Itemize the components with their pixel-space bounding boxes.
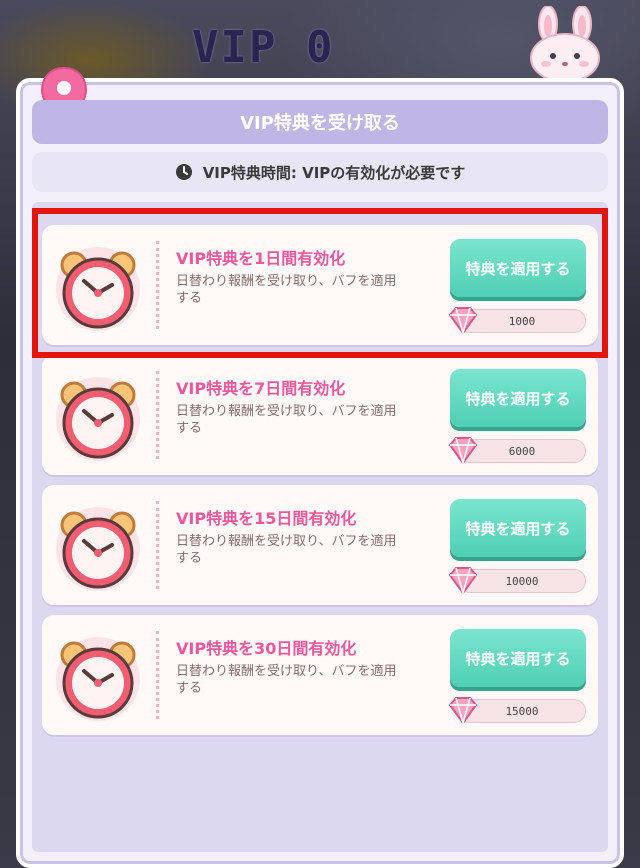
alarm-clock-icon [56,377,140,461]
offer-description: 日替わり報酬を受け取り、バフを適用する [176,274,397,306]
offer-card-15day: VIP特典を15日間有効化 日替わり報酬を受け取り、バフを適用する 特典を適用す… [42,485,598,605]
vip-timer-text: VIP特典時間: VIPの有効化が必要です [202,163,466,182]
apply-benefit-button[interactable]: 特典を適用する [450,629,586,687]
vip-level-label: VIP 0 [192,22,335,73]
apply-benefit-button[interactable]: 特典を適用する [450,499,586,557]
offer-description: 日替わり報酬を受け取り、バフを適用する [176,664,397,696]
offer-title: VIP特典を15日間有効化 [176,509,357,528]
gem-icon [448,437,478,465]
offer-card-7day: VIP特典を7日間有効化 日替わり報酬を受け取り、バフを適用する 特典を適用する… [42,355,598,475]
clock-icon [175,164,192,180]
alarm-clock-icon [56,637,140,721]
bunny-icon [530,6,600,82]
vip-timer-bar: VIP特典時間: VIPの有効化が必要です [32,152,608,192]
apply-benefit-button[interactable]: 特典を適用する [450,239,586,297]
offer-title: VIP特典を30日間有効化 [176,639,357,658]
alarm-clock-icon [56,247,140,331]
offer-card-1day: VIP特典を1日間有効化 日替わり報酬を受け取り、バフを適用する 特典を適用する… [42,225,598,345]
panel-title: VIP特典を受け取る [32,100,608,144]
offer-card-30day: VIP特典を30日間有効化 日替わり報酬を受け取り、バフを適用する 特典を適用す… [42,615,598,735]
apply-benefit-button[interactable]: 特典を適用する [450,369,586,427]
card-divider [156,631,159,719]
card-divider [156,501,159,589]
offer-description: 日替わり報酬を受け取り、バフを適用する [176,534,397,566]
offer-description: 日替わり報酬を受け取り、バフを適用する [176,404,397,436]
offer-title: VIP特典を1日間有効化 [176,249,346,268]
card-divider [156,241,159,329]
alarm-clock-icon [56,507,140,591]
card-divider [156,371,159,459]
gem-icon [448,567,478,595]
gem-icon [448,307,478,335]
offer-title: VIP特典を7日間有効化 [176,379,346,398]
gem-icon [448,697,478,725]
